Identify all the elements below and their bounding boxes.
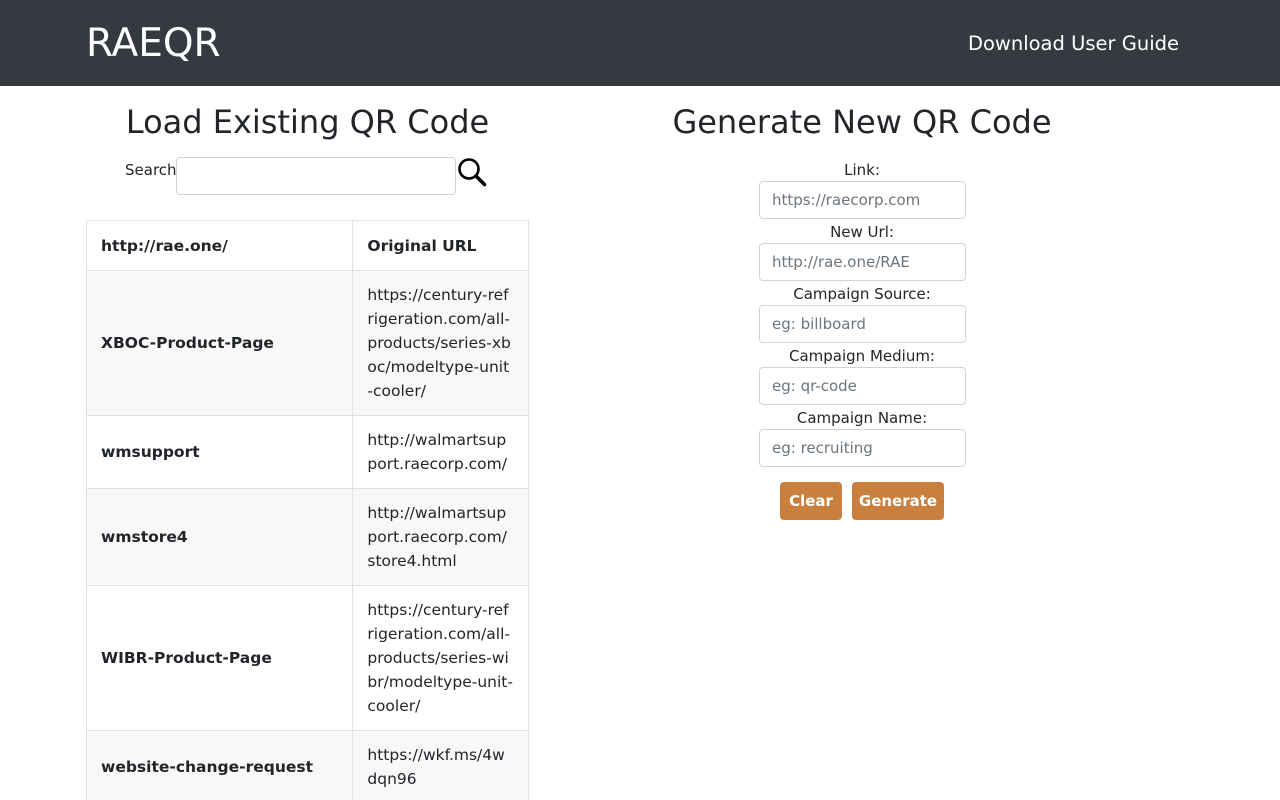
table-row[interactable]: website-change-request https://wkf.ms/4w… (85, 730, 529, 800)
new-url-input[interactable] (759, 243, 966, 281)
generate-button[interactable]: Generate (852, 482, 944, 520)
column-header-short-url: http://rae.one/ (85, 220, 354, 271)
original-url-cell: http://walmartsupport.raecorp.com/store4… (352, 488, 529, 586)
short-name-cell: XBOC-Product-Page (85, 270, 354, 416)
table-row[interactable]: wmstore4 http://walmartsupport.raecorp.c… (85, 488, 529, 586)
clear-button[interactable]: Clear (780, 482, 842, 520)
campaign-source-input[interactable] (759, 305, 966, 343)
table-header-row: http://rae.one/ Original URL (85, 220, 529, 271)
search-input[interactable] (176, 157, 456, 195)
load-section-title: Load Existing QR Code (125, 103, 490, 141)
campaign-source-label: Campaign Source: (793, 285, 931, 303)
qr-code-table: http://rae.one/ Original URL XBOC-Produc… (85, 220, 529, 800)
short-name-cell: WIBR-Product-Page (85, 585, 354, 731)
magnifier-icon[interactable] (456, 156, 488, 188)
generate-section-title: Generate New QR Code (672, 103, 1052, 141)
download-user-guide-link[interactable]: Download User Guide (968, 30, 1179, 58)
search-label: Search: (125, 161, 182, 179)
link-input[interactable] (759, 181, 966, 219)
original-url-cell: https://century-refrigeration.com/all-pr… (352, 270, 529, 416)
navbar: RAEQR Download User Guide (0, 0, 1280, 86)
search-row: Search: (125, 156, 505, 196)
campaign-name-label: Campaign Name: (796, 409, 928, 427)
short-name-cell: wmsupport (85, 415, 354, 489)
new-url-label: New Url: (830, 223, 894, 241)
column-header-original-url: Original URL (352, 220, 529, 271)
campaign-name-input[interactable] (759, 429, 966, 467)
campaign-medium-label: Campaign Medium: (789, 347, 935, 365)
link-label: Link: (844, 161, 880, 179)
campaign-medium-input[interactable] (759, 367, 966, 405)
original-url-cell: https://wkf.ms/4wdqn96 (352, 730, 529, 800)
short-name-cell: wmstore4 (85, 488, 354, 586)
table-row[interactable]: WIBR-Product-Page https://century-refrig… (85, 585, 529, 731)
short-name-cell: website-change-request (85, 730, 354, 800)
table-row[interactable]: wmsupport http://walmartsupport.raecorp.… (85, 415, 529, 489)
original-url-cell: https://century-refrigeration.com/all-pr… (352, 585, 529, 731)
brand-logo[interactable]: RAEQR (86, 20, 221, 68)
original-url-cell: http://walmartsupport.raecorp.com/ (352, 415, 529, 489)
table-row[interactable]: XBOC-Product-Page https://century-refrig… (85, 270, 529, 416)
